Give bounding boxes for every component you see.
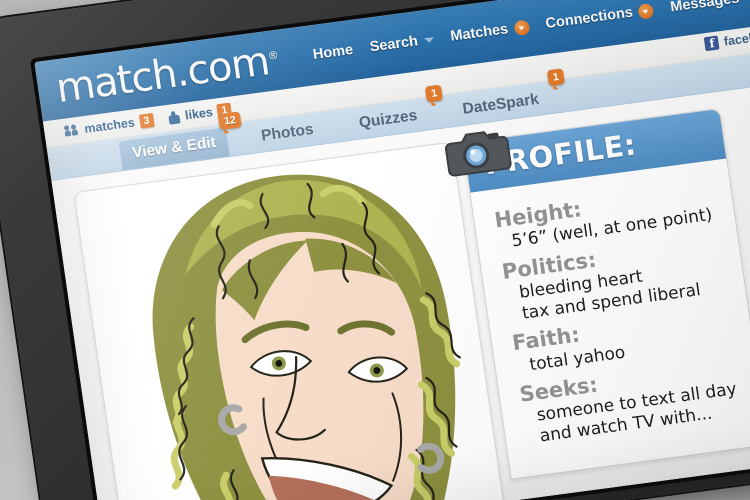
tab-badge: 1: [425, 84, 444, 103]
chevron-down-circle-icon: [637, 2, 655, 20]
tab-label: Quizzes: [357, 107, 419, 132]
tab-badge: 12: [218, 111, 242, 131]
nav-item-label: Matches: [449, 21, 510, 45]
nav-item-home[interactable]: Home: [312, 42, 354, 63]
tab-label: Photos: [260, 120, 315, 145]
panel-fields: Height: 5’6” (well, at one point) Politi…: [470, 158, 750, 478]
subbar-item-label: likes: [184, 105, 214, 123]
facebook-icon: f: [704, 35, 720, 52]
laptop-screen: match.com® Home Search Matches Connectio…: [34, 0, 750, 500]
chevron-down-circle-icon: [512, 18, 530, 36]
thumbs-up-icon: [165, 110, 181, 125]
screenshot-stage: match.com® Home Search Matches Connectio…: [0, 0, 750, 500]
nav-item-label: Connections: [544, 4, 634, 33]
profile-photo-card[interactable]: [73, 141, 517, 500]
camera-icon[interactable]: [440, 122, 513, 180]
trademark-icon: ®: [266, 48, 280, 63]
tab-label: DateSpark: [461, 90, 540, 118]
nav-item-connections[interactable]: Connections: [545, 2, 655, 32]
people-icon: [63, 124, 81, 138]
nav-item-label: Search: [368, 33, 419, 56]
chevron-down-icon: [423, 36, 435, 43]
status-badge: 3: [138, 112, 155, 129]
tab-label: View & Edit: [131, 133, 217, 162]
nav-item-matches[interactable]: Matches: [449, 18, 530, 45]
nav-item-search[interactable]: Search: [368, 31, 435, 56]
laptop-device: match.com® Home Search Matches Connectio…: [0, 0, 750, 500]
nav-item-messages[interactable]: Messages: [669, 0, 750, 15]
tab-badge: 1: [546, 68, 565, 87]
profile-portrait-illustration: [74, 142, 517, 500]
nav-item-label: Messages: [669, 0, 741, 16]
subbar-item-label: matches: [83, 115, 136, 136]
nav-item-label: Home: [311, 41, 355, 64]
